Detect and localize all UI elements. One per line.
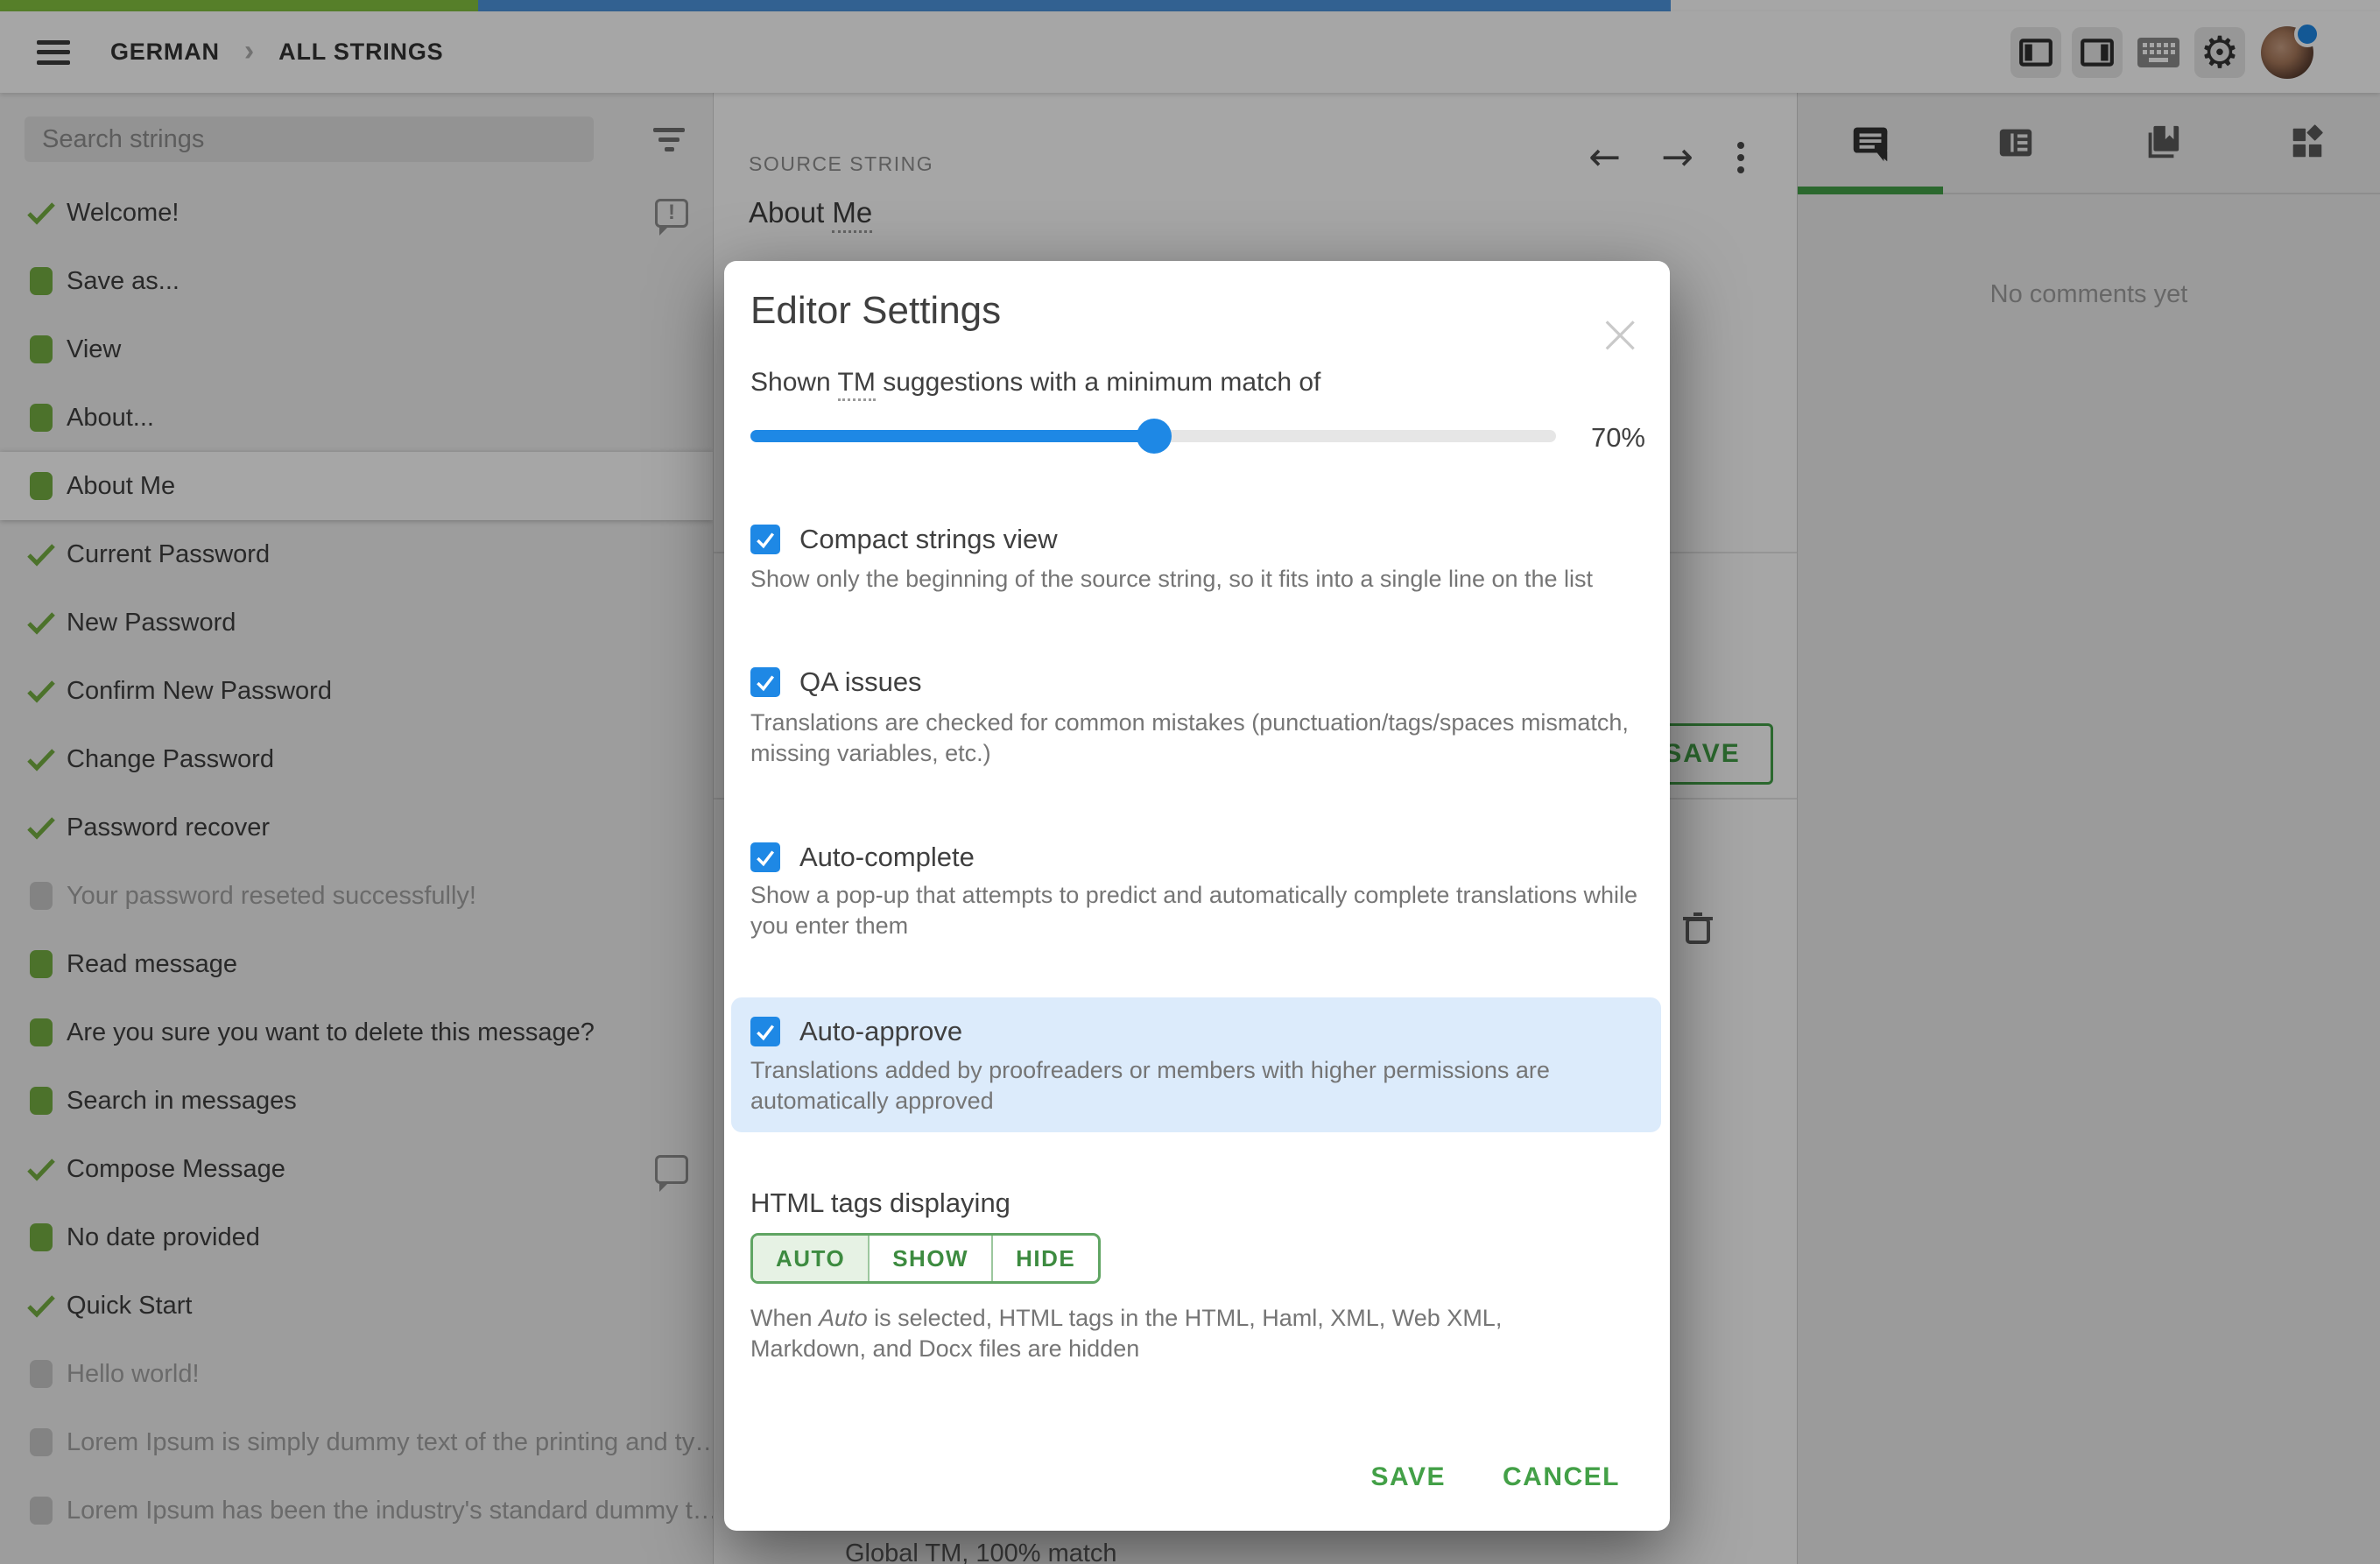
save-button[interactable]: SAVE	[1371, 1462, 1446, 1492]
qa-issues-description: Translations are checked for common mist…	[750, 709, 1629, 766]
auto-approve-description: Translations added by proofreaders or me…	[750, 1057, 1550, 1114]
tm-match-slider[interactable]	[750, 419, 1556, 454]
cancel-button[interactable]: CANCEL	[1503, 1462, 1620, 1492]
slider-thumb[interactable]	[1136, 419, 1172, 454]
html-tags-hide-button[interactable]: HIDE	[991, 1236, 1098, 1281]
html-tags-auto-button[interactable]: AUTO	[753, 1236, 869, 1281]
qa-issues-label[interactable]: QA issues	[799, 666, 922, 698]
check-icon	[757, 850, 775, 867]
tm-abbreviation: TM	[837, 368, 876, 401]
auto-approve-checkbox[interactable]	[750, 1017, 780, 1046]
auto-complete-checkbox[interactable]	[750, 842, 780, 872]
compact-strings-label[interactable]: Compact strings view	[799, 524, 1058, 555]
compact-strings-description: Show only the beginning of the source st…	[750, 566, 1594, 592]
auto-complete-description: Show a pop-up that attempts to predict a…	[750, 882, 1638, 939]
editor-settings-modal: Editor Settings × Shown TM suggestions w…	[724, 261, 1670, 1531]
auto-approve-label[interactable]: Auto-approve	[799, 1016, 962, 1047]
compact-strings-checkbox[interactable]	[750, 525, 780, 554]
slider-fill	[750, 430, 1154, 442]
auto-complete-label[interactable]: Auto-complete	[799, 842, 975, 873]
html-tags-heading: HTML tags displaying	[750, 1187, 1010, 1218]
html-tags-segmented-control: AUTO SHOW HIDE	[750, 1233, 1102, 1284]
tm-match-label: Shown TM suggestions with a minimum matc…	[750, 368, 1320, 401]
slider-value: 70%	[1590, 422, 1645, 453]
html-tags-show-button[interactable]: SHOW	[868, 1236, 991, 1281]
check-icon	[757, 532, 775, 549]
modal-title: Editor Settings	[750, 289, 1002, 332]
qa-issues-checkbox[interactable]	[750, 667, 780, 697]
check-icon	[757, 1025, 775, 1041]
check-icon	[757, 675, 775, 692]
html-tags-description: When Auto is selected, HTML tags in the …	[750, 1305, 1503, 1362]
